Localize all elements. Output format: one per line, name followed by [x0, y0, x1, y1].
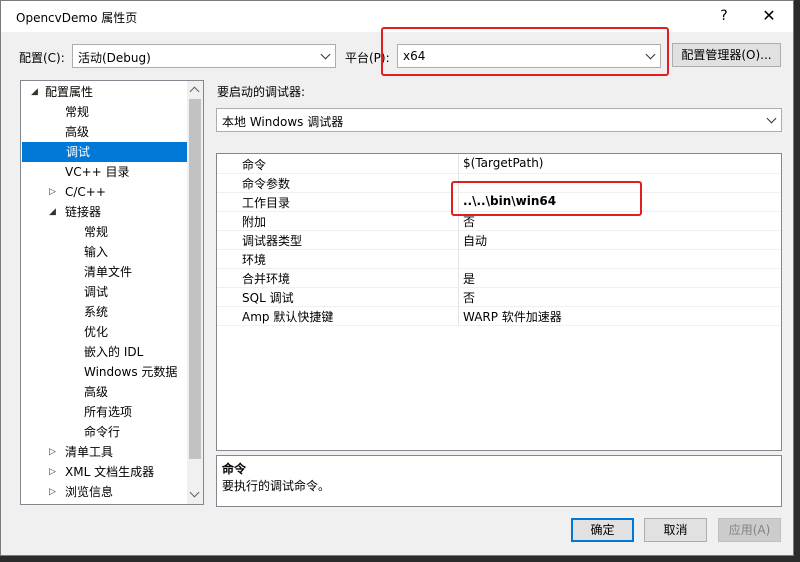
tree-item-label: Windows 元数据 [84, 365, 178, 379]
property-row[interactable]: SQL 调试 否 [217, 287, 781, 307]
property-value[interactable]: 否 [463, 289, 475, 306]
collapse-icon[interactable]: ◢ [49, 202, 56, 222]
tree-item[interactable]: ▷ C/C++ [21, 182, 187, 202]
property-row[interactable]: 环境 [217, 249, 781, 269]
tree-item[interactable]: 常规 [21, 102, 187, 122]
tree-item[interactable]: 系统 [21, 302, 187, 322]
tree-item[interactable]: ◢ 配置属性 [21, 82, 187, 102]
expand-icon[interactable]: ▷ [49, 182, 56, 202]
property-name: 环境 [242, 253, 267, 267]
property-pages-dialog: OpencvDemo 属性页 ? ✕ 配置(C): 活动(Debug) 平台(P… [0, 0, 794, 556]
property-row[interactable]: 命令 $(TargetPath) [217, 154, 781, 174]
tree-item-label: 清单文件 [84, 265, 133, 279]
tree-item-label: VC++ 目录 [65, 165, 130, 179]
property-value[interactable]: $(TargetPath) [463, 156, 543, 170]
highlight-box-working-dir [451, 181, 642, 216]
debugger-value: 本地 Windows 调试器 [222, 115, 344, 129]
tree-item[interactable]: 所有选项 [21, 402, 187, 422]
tree-item[interactable]: ▷ 浏览信息 [21, 482, 187, 502]
property-name: 附加 [242, 215, 267, 229]
tree-item-label: 调试 [84, 285, 109, 299]
tree-item[interactable]: ◢ 链接器 [21, 202, 187, 222]
scroll-up-icon[interactable] [189, 86, 200, 97]
tree-scrollbar[interactable] [187, 81, 203, 504]
tree-item[interactable]: 高级 [21, 382, 187, 402]
tree-item-label: 高级 [65, 125, 90, 139]
chevron-down-icon [766, 113, 777, 124]
config-value: 活动(Debug) [78, 51, 151, 65]
config-manager-button[interactable]: 配置管理器(O)... [672, 43, 781, 67]
tree-item[interactable]: VC++ 目录 [21, 162, 187, 182]
property-value[interactable]: 自动 [463, 232, 487, 249]
tree-item-label: 命令行 [84, 425, 121, 439]
tree-item[interactable]: 常规 [21, 222, 187, 242]
property-row[interactable]: Amp 默认快捷键 WARP 软件加速器 [217, 306, 781, 326]
tree-item-label: 输入 [84, 245, 109, 259]
description-panel: 命令 要执行的调试命令。 [216, 455, 782, 507]
help-button[interactable]: ? [713, 5, 735, 27]
property-row[interactable]: 合并环境 是 [217, 268, 781, 288]
tree-item-label: 浏览信息 [65, 485, 114, 499]
tree-item-label: 常规 [65, 105, 90, 119]
ok-button[interactable]: 确定 [571, 518, 634, 542]
tree-item[interactable]: 调试 [22, 142, 187, 162]
tree-item[interactable]: 优化 [21, 322, 187, 342]
tree-item[interactable]: ▷ 清单工具 [21, 442, 187, 462]
tree-item[interactable]: 调试 [21, 282, 187, 302]
collapse-icon[interactable]: ◢ [31, 82, 38, 102]
tree-item-label: 高级 [84, 385, 109, 399]
tree-item-label: 配置属性 [45, 85, 94, 99]
cancel-button[interactable]: 取消 [644, 518, 707, 542]
description-text: 要执行的调试命令。 [222, 479, 331, 493]
property-row[interactable]: 调试器类型 自动 [217, 230, 781, 250]
scrollbar-thumb[interactable] [189, 99, 201, 459]
tree-item[interactable]: 高级 [21, 122, 187, 142]
scroll-down-icon[interactable] [189, 487, 200, 498]
chevron-down-icon [320, 49, 331, 60]
expand-icon[interactable]: ▷ [49, 482, 56, 502]
config-combo[interactable]: 活动(Debug) [72, 44, 336, 68]
apply-button[interactable]: 应用(A) [718, 518, 781, 542]
property-name: 合并环境 [242, 272, 291, 286]
window-title: OpencvDemo 属性页 [16, 11, 138, 25]
debugger-combo[interactable]: 本地 Windows 调试器 [216, 108, 782, 132]
tree-item[interactable]: 清单文件 [21, 262, 187, 282]
property-name: 命令 [242, 158, 267, 172]
tree-item[interactable]: 嵌入的 IDL [21, 342, 187, 362]
tree-item-label: 调试 [66, 145, 91, 159]
tree-item-label: 链接器 [65, 205, 102, 219]
tree-item-label: C/C++ [65, 185, 106, 199]
tree-item-label: 系统 [84, 305, 109, 319]
property-name: 调试器类型 [242, 234, 303, 248]
tree-item-label: XML 文档生成器 [65, 465, 155, 479]
property-name: 命令参数 [242, 177, 291, 191]
highlight-box-platform [381, 27, 669, 76]
expand-icon[interactable]: ▷ [49, 442, 56, 462]
property-value[interactable]: 是 [463, 270, 475, 287]
tree-item-label: 嵌入的 IDL [84, 345, 144, 359]
tree-item-label: 所有选项 [84, 405, 133, 419]
tree-item[interactable]: Windows 元数据 [21, 362, 187, 382]
tree-item-label: 清单工具 [65, 445, 114, 459]
config-label: 配置(C): [19, 51, 65, 65]
tree-item-label: 常规 [84, 225, 109, 239]
category-tree[interactable]: ◢ 配置属性 常规 高级 调试 VC++ 目录 ▷ C/C++ ◢ 链接器 常规 输入 清单文件 调试 系统… [20, 80, 204, 505]
close-button[interactable]: ✕ [757, 5, 781, 27]
tree-item-label: 优化 [84, 325, 109, 339]
tree-item[interactable]: 命令行 [21, 422, 187, 442]
property-name: 工作目录 [242, 196, 291, 210]
description-title: 命令 [222, 462, 247, 476]
debugger-label: 要启动的调试器: [217, 85, 306, 99]
property-value[interactable]: WARP 软件加速器 [463, 308, 562, 325]
tree-item[interactable]: ▷ XML 文档生成器 [21, 462, 187, 482]
expand-icon[interactable]: ▷ [49, 462, 56, 482]
property-name: Amp 默认快捷键 [242, 310, 334, 324]
tree-item[interactable]: 输入 [21, 242, 187, 262]
property-name: SQL 调试 [242, 291, 294, 305]
